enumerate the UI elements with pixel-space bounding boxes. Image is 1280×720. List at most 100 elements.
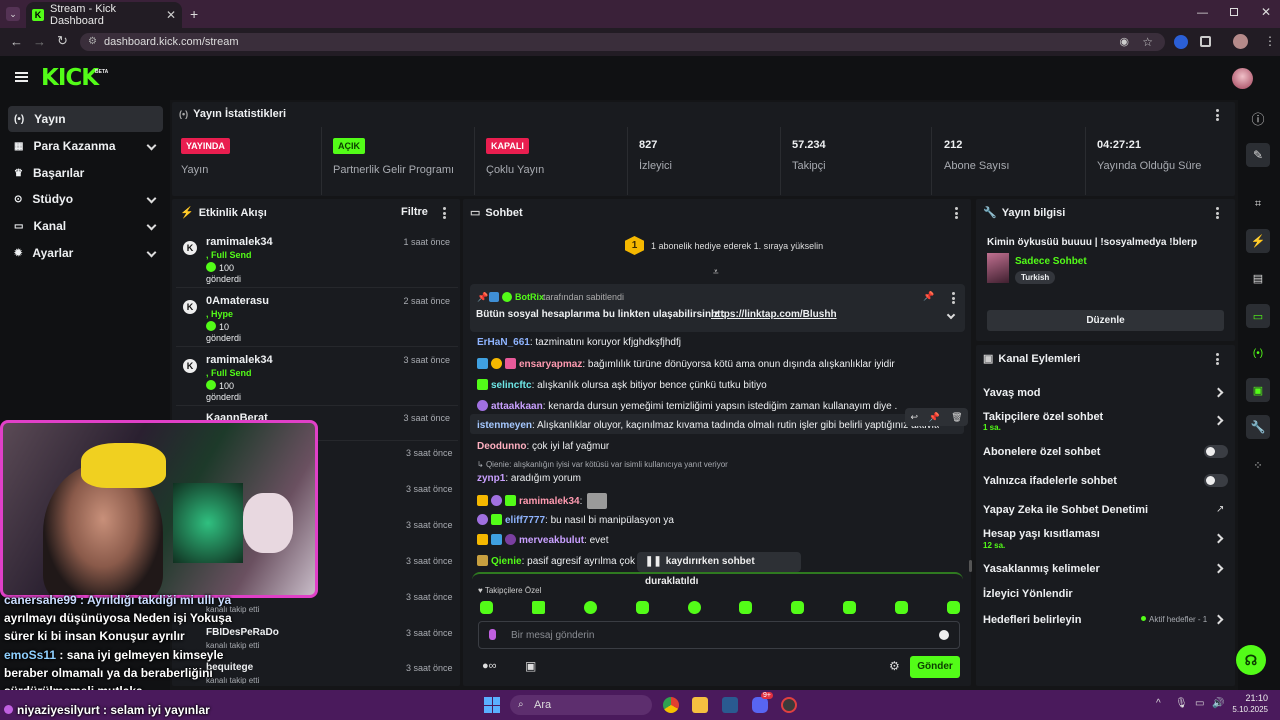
subscribers-only-toggle[interactable]: [1204, 445, 1228, 458]
minimize-icon[interactable]: —: [1197, 7, 1208, 19]
emote-icon[interactable]: [480, 601, 493, 614]
pinned-more-icon[interactable]: [952, 291, 956, 305]
reload-icon[interactable]: ↻: [57, 33, 68, 49]
new-tab-icon[interactable]: +: [190, 6, 198, 22]
pinned-by-user[interactable]: BotRix: [515, 292, 544, 302]
taskbar-search[interactable]: ⌕ Ara: [510, 695, 652, 715]
chat-input[interactable]: Bir mesaj gönderin: [478, 621, 960, 649]
chat-username[interactable]: zynp1: [477, 473, 505, 484]
sub-goal-text[interactable]: 1 abonelik hediye ederek 1. sıraya yükse…: [651, 241, 823, 251]
chat-bubble-icon[interactable]: ▭: [1246, 304, 1270, 328]
chat-paused-banner[interactable]: ❚❚ kaydırırken sohbet duraklatıldı: [637, 552, 801, 587]
scan-icon[interactable]: ⌗: [1246, 192, 1270, 216]
bookmark-star-icon[interactable]: ☆: [1142, 33, 1153, 51]
maximize-icon[interactable]: [1230, 8, 1238, 16]
tray-chevron-icon[interactable]: ^: [1156, 698, 1161, 709]
profile-avatar[interactable]: [1233, 34, 1248, 49]
discord-icon[interactable]: [752, 697, 768, 713]
chat-more-icon[interactable]: [955, 206, 959, 220]
emote-icon[interactable]: [583, 601, 597, 614]
stats-more-icon[interactable]: [1216, 108, 1220, 122]
filter-button[interactable]: Filtre: [401, 206, 428, 218]
file-explorer-icon[interactable]: [692, 697, 708, 713]
chat-username[interactable]: selincftc: [491, 380, 532, 391]
chat-settings-icon[interactable]: ⚙: [889, 659, 900, 673]
windows-start-icon[interactable]: [484, 697, 500, 713]
edit-stream-button[interactable]: Düzenle: [987, 310, 1224, 331]
network-icon[interactable]: ▭: [1195, 698, 1204, 709]
emote-icon[interactable]: [946, 601, 960, 614]
followers-only-item[interactable]: Takipçilere özel sohbet: [983, 411, 1103, 423]
pinned-link[interactable]: https://linktap.com/Blushh: [711, 309, 837, 320]
browser-tab[interactable]: K Stream - Kick Dashboard ✕: [26, 2, 182, 28]
sidebar-item-para-kazanma[interactable]: ▦ Para Kazanma: [8, 133, 163, 159]
user-avatar[interactable]: [1232, 68, 1253, 89]
unpin-icon[interactable]: 📌: [923, 291, 934, 302]
steam-icon[interactable]: [722, 697, 738, 713]
url-field[interactable]: ⚙ dashboard.kick.com/stream ◉ ☆: [80, 33, 1165, 51]
chat-username[interactable]: istenmeyen: [477, 420, 532, 431]
sidebar-item-yayin[interactable]: (•) Yayın: [8, 106, 163, 132]
tab-list-icon[interactable]: ⌄: [6, 7, 20, 21]
pin-icon[interactable]: 📌: [929, 412, 940, 423]
chat-scrollbar[interactable]: [969, 560, 972, 572]
sidebar-item-ayarlar[interactable]: ✹ Ayarlar: [8, 240, 163, 266]
emote-icon[interactable]: [531, 601, 545, 614]
sidebar-item-kanal[interactable]: ▭ Kanal: [8, 213, 163, 239]
emote-icon[interactable]: [843, 601, 857, 614]
users-icon[interactable]: ●∞: [482, 660, 497, 672]
wrench-icon[interactable]: 🔧: [1246, 415, 1270, 439]
chrome-icon[interactable]: [663, 697, 679, 713]
category-thumbnail[interactable]: [987, 253, 1009, 283]
activity-user[interactable]: ramimalek34: [206, 236, 273, 248]
extension-icon[interactable]: [1174, 35, 1188, 49]
emote-icon[interactable]: [635, 601, 649, 614]
banned-words-item[interactable]: Yasaklanmış kelimeler: [983, 563, 1100, 575]
stream-category[interactable]: Sadece Sohbet: [1015, 256, 1087, 267]
info-icon[interactable]: ⓘ: [1246, 106, 1270, 130]
clock-date[interactable]: 5.10.2025: [1228, 705, 1268, 714]
sidebar-item-basarilar[interactable]: ♛ Başarılar: [8, 160, 163, 186]
clock-time[interactable]: 21:10: [1244, 693, 1268, 703]
emote-icon[interactable]: [687, 601, 701, 614]
forward-icon[interactable]: →: [33, 34, 46, 49]
delete-icon[interactable]: 🗑: [951, 412, 962, 423]
site-info-icon[interactable]: ⚙: [88, 33, 97, 51]
activity-user[interactable]: bequitege: [206, 662, 253, 673]
sidebar-item-studyo[interactable]: ⊙ Stüdyo: [8, 186, 163, 212]
chat-username[interactable]: ErHaN_661: [477, 337, 530, 348]
chat-username[interactable]: eliff7777: [505, 515, 545, 526]
activity-user[interactable]: ramimalek34: [206, 354, 273, 366]
eye-off-icon[interactable]: ◉: [1119, 33, 1129, 51]
emote-icon[interactable]: [895, 601, 908, 614]
store-icon[interactable]: ▣: [525, 659, 536, 673]
close-tab-icon[interactable]: ✕: [166, 8, 176, 22]
more-options-icon[interactable]: ⁘: [1246, 453, 1270, 477]
emotes-only-toggle[interactable]: [1204, 474, 1228, 487]
chat-username[interactable]: ramimalek34: [519, 496, 580, 507]
lightning-icon[interactable]: ⚡: [1246, 229, 1270, 253]
broadcast-icon[interactable]: (•): [1246, 341, 1270, 365]
browser-menu-icon[interactable]: ⋮: [1264, 34, 1276, 48]
chevron-down-icon[interactable]: [946, 310, 956, 320]
microphone-icon[interactable]: [489, 629, 496, 640]
obs-icon[interactable]: [781, 697, 797, 713]
kick-logo[interactable]: KICK: [41, 65, 99, 91]
stream-info-more-icon[interactable]: [1216, 206, 1220, 220]
channel-icon[interactable]: ▣: [1246, 378, 1270, 402]
reply-icon[interactable]: ↩: [910, 412, 918, 423]
chat-username[interactable]: Deodunno: [477, 441, 526, 452]
chat-username[interactable]: attaakkaan: [491, 401, 543, 412]
raid-item[interactable]: İzleyici Yönlendir: [983, 588, 1073, 600]
ai-moderation-item[interactable]: Yapay Zeka ile Sohbet Denetimi: [983, 504, 1148, 516]
microphone-tray-icon[interactable]: 🎙: [1175, 698, 1188, 709]
activity-user[interactable]: 0Amaterasu: [206, 295, 269, 307]
account-age-item[interactable]: Hesap yaşı kısıtlaması: [983, 528, 1100, 540]
chat-username[interactable]: merveakbulut: [519, 535, 584, 546]
pencil-icon[interactable]: ✎: [1246, 143, 1270, 167]
chat-username[interactable]: Qienie: [491, 556, 522, 567]
extensions-puzzle-icon[interactable]: [1200, 36, 1211, 47]
chat-username[interactable]: ensaryapmaz: [519, 359, 582, 370]
support-headset-icon[interactable]: ☊: [1236, 645, 1266, 675]
activity-user[interactable]: FBIDesPeRaDo: [206, 627, 279, 638]
